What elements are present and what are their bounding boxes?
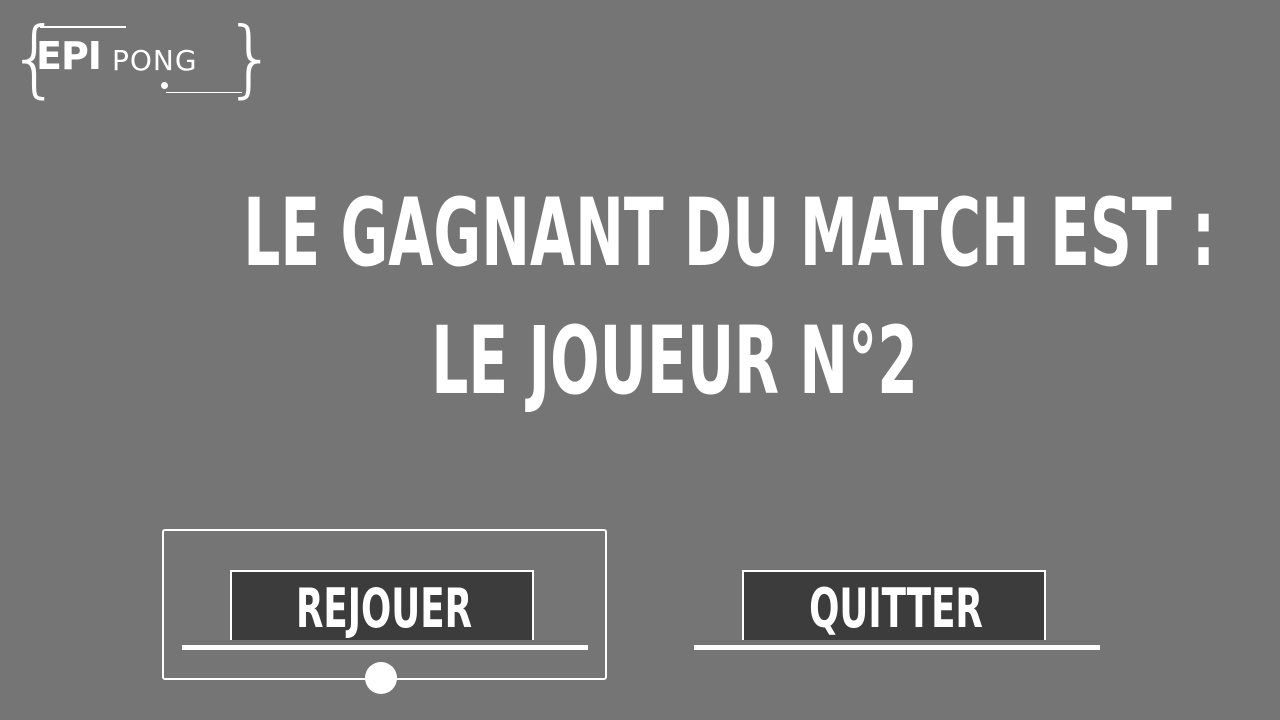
quit-paddle-line	[694, 645, 1100, 650]
winner-player: LE JOUEUR N°2	[431, 307, 918, 416]
quit-button[interactable]: QUITTER	[694, 570, 1100, 650]
logo-text-epi: EPI	[36, 34, 102, 78]
game-over-screen: { EPI PONG } LE GAGNANT DU MATCH EST : L…	[0, 0, 1280, 720]
replay-button[interactable]: REJOUER	[182, 570, 588, 650]
quit-button-box[interactable]: QUITTER	[742, 570, 1046, 640]
quit-button-label: QUITTER	[809, 577, 983, 640]
logo-line-top	[40, 26, 126, 28]
winner-title: LE GAGNANT DU MATCH EST :	[243, 179, 1216, 288]
replay-paddle-line	[182, 645, 588, 650]
selection-ball	[365, 662, 397, 694]
logo-right-brace: }	[224, 9, 278, 107]
logo-ball-dot	[161, 82, 168, 89]
replay-button-label: REJOUER	[295, 577, 473, 640]
logo-text-pong: PONG	[112, 44, 198, 77]
replay-button-box[interactable]: REJOUER	[230, 570, 534, 640]
epipong-logo: { EPI PONG }	[8, 16, 277, 108]
